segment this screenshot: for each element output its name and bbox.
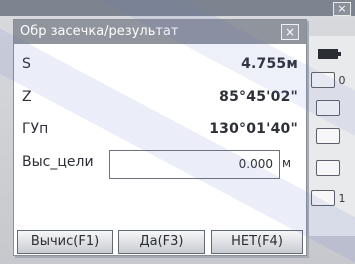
row-s: S 4.755м [14,52,306,80]
dialog-titlebar: Обр засечка/результат × [14,20,306,44]
softkey-no[interactable]: НЕТ(F4) [211,230,303,254]
prism-icon [316,128,340,144]
background-close-button[interactable]: × [333,2,351,16]
keyboard-icon [316,160,340,176]
softkey-calc[interactable]: Вычис(F1) [17,230,113,254]
resection-result-dialog: Обр засечка/результат × S 4.755м Z 85°45… [13,19,307,256]
dialog-title: Обр засечка/результат [20,24,179,39]
target-height-value: 0.000 [238,157,273,171]
level-icon [310,72,335,88]
status-target: 1 [306,186,350,210]
row-z: Z 85°45'02" [14,85,306,113]
tilt-icon [316,100,340,116]
target-height-unit: м [282,156,292,170]
status-battery [306,42,350,66]
row-s-label: S [22,56,31,72]
softkey-yes[interactable]: Да(F3) [118,230,205,254]
status-target-value: 1 [338,191,346,205]
status-prism [306,124,350,148]
softkey-bar: Вычис(F1) Да(F3) НЕТ(F4) [14,230,306,255]
row-s-value: 4.755м [241,56,298,72]
dialog-close-button[interactable]: × [281,24,299,40]
background-window-titlebar: × [0,0,355,16]
status-level: 0 [306,68,350,92]
target-height-input[interactable]: 0.000 [109,150,280,179]
status-level-value: 0 [338,73,346,87]
row-z-value: 85°45'02" [219,89,298,105]
row-z-label: Z [22,89,32,105]
row-target-height-label: Выс_цели [22,154,94,170]
row-gup-label: ГУп [22,121,49,137]
status-strip: 0 1 [301,36,355,236]
target-icon [310,190,335,206]
row-gup: ГУп 130°01'40" [14,117,306,145]
row-gup-value: 130°01'40" [209,121,298,137]
battery-icon [318,49,341,59]
status-keyboard [306,156,350,180]
status-tilt [306,96,350,120]
